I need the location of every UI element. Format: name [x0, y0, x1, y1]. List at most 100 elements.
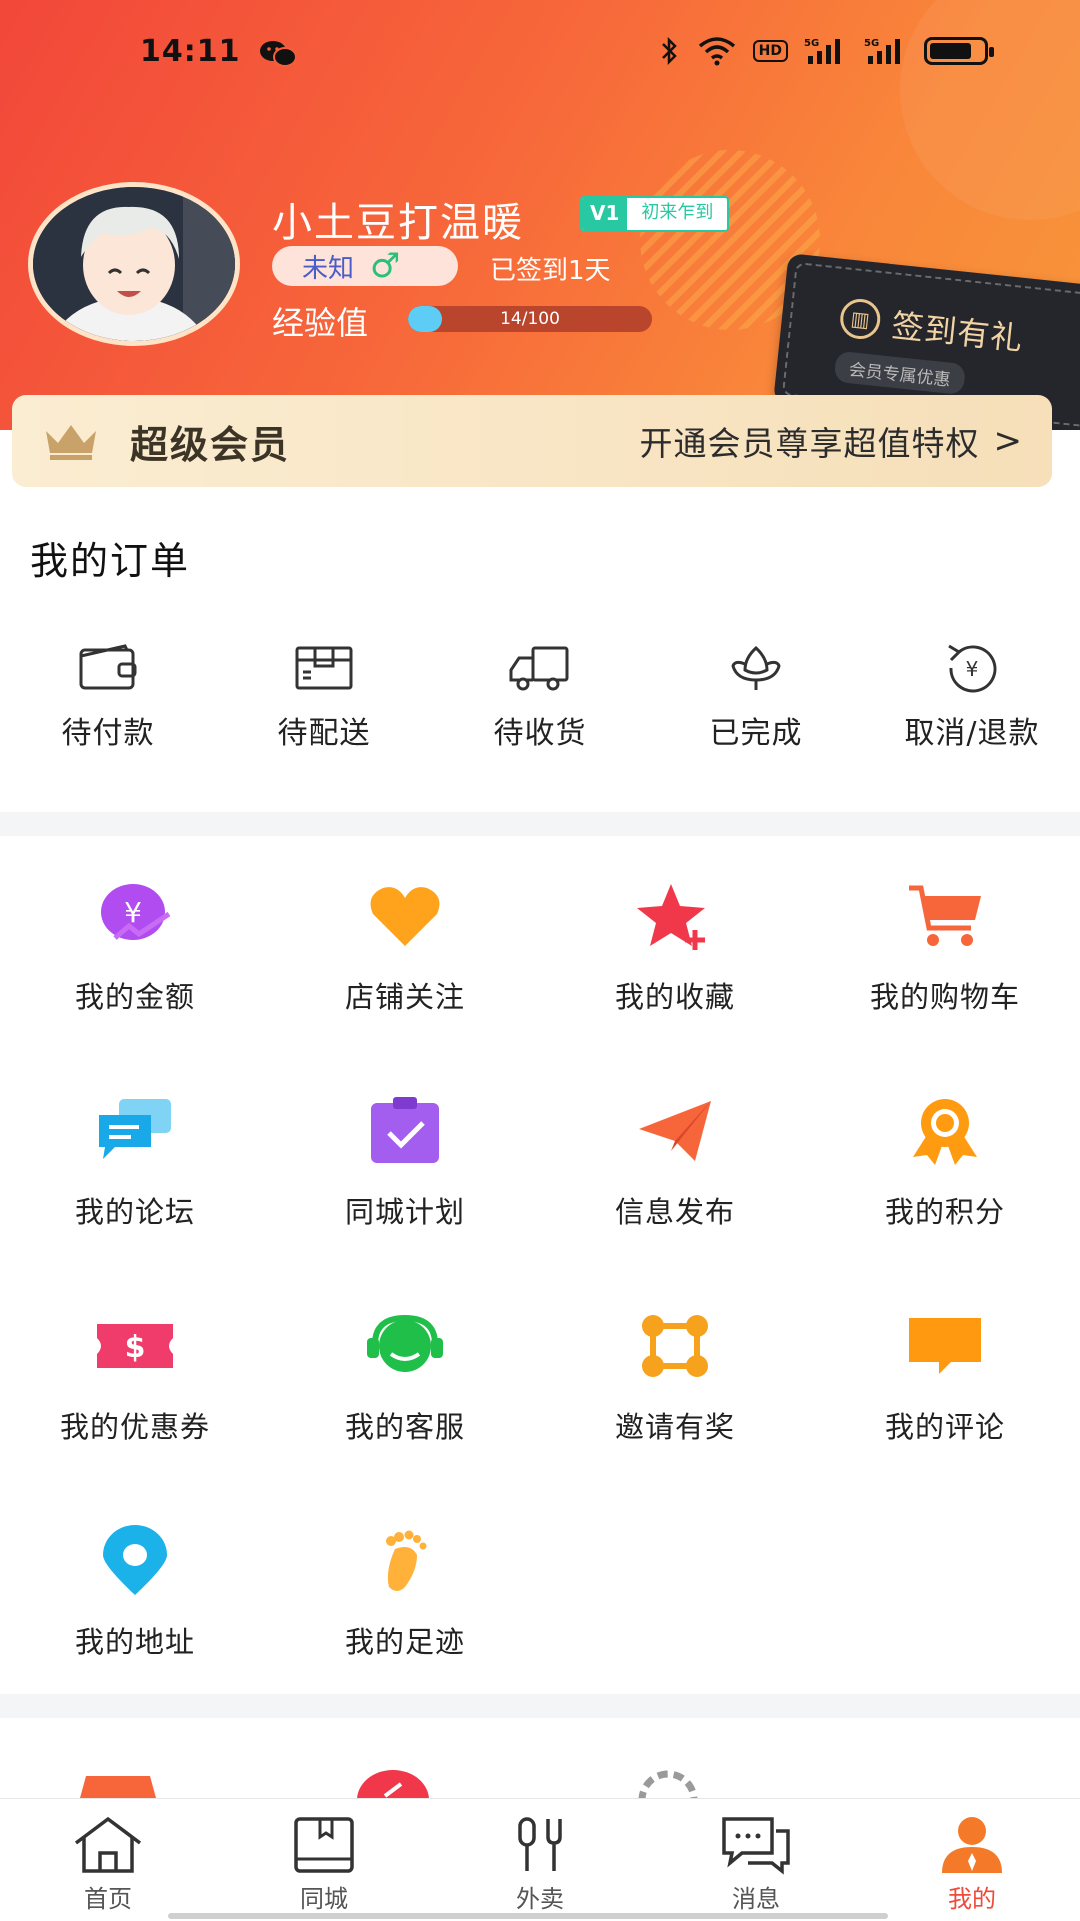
city-icon — [294, 1817, 354, 1873]
edit-icon[interactable] — [353, 1766, 433, 1798]
wallet-icon — [79, 644, 137, 690]
service-points[interactable]: 我的积分 — [810, 1095, 1080, 1231]
service-label: 我的购物车 — [869, 980, 1020, 1014]
profile-header: 14:11 HD 5G 5G 小土豆打温暖 V1 初来乍到 未知 ♂ 已签到1天… — [0, 0, 1080, 430]
service-coupons[interactable]: $ 我的优惠券 — [0, 1310, 270, 1446]
truck-icon — [509, 646, 569, 691]
service-label: 我的收藏 — [614, 980, 735, 1014]
box-icon — [295, 646, 353, 690]
wechat-icon — [260, 41, 297, 67]
bottom-tab-bar: 首页 同城 外卖 消息 我的 — [0, 1798, 1080, 1921]
vip-promo: 开通会员尊享超值特权 — [639, 424, 980, 463]
tab-home[interactable]: 首页 — [0, 1799, 216, 1921]
exp-progress-text: 14/100 — [500, 309, 560, 329]
username: 小土豆打温暖 — [272, 200, 524, 246]
order-pending-payment[interactable]: 待付款 — [0, 640, 216, 760]
male-icon: ♂ — [370, 246, 401, 286]
order-label: 待付款 — [61, 716, 155, 751]
profile-icon — [942, 1817, 1002, 1873]
crown-icon — [46, 425, 96, 460]
tab-takeout[interactable]: 外卖 — [432, 1799, 648, 1921]
coupon-icon: $ — [97, 1324, 173, 1368]
order-label: 已完成 — [709, 716, 803, 751]
service-shop-follow[interactable]: 店铺关注 — [270, 880, 540, 1016]
order-pending-delivery[interactable]: 待配送 — [216, 640, 432, 760]
service-label: 我的积分 — [884, 1195, 1005, 1229]
headset-icon — [367, 1314, 443, 1372]
vip-banner[interactable]: 超级会员 开通会员尊享超值特权 > — [12, 395, 1052, 487]
service-label: 我的优惠券 — [59, 1410, 210, 1444]
order-pending-receipt[interactable]: 待收货 — [432, 640, 648, 760]
service-comments[interactable]: 我的评论 — [810, 1310, 1080, 1446]
order-label: 待配送 — [277, 716, 371, 751]
section-divider — [0, 812, 1080, 836]
svg-text:$: $ — [125, 1330, 146, 1365]
service-footprints[interactable]: 我的足迹 — [270, 1525, 540, 1661]
service-label: 我的客服 — [344, 1410, 465, 1444]
avatar[interactable] — [28, 182, 240, 346]
service-customer-support[interactable]: 我的客服 — [270, 1310, 540, 1446]
service-city-plan[interactable]: 同城计划 — [270, 1095, 540, 1231]
service-my-balance[interactable]: ¥ 我的金额 — [0, 880, 270, 1016]
refund-icon: ¥ — [948, 644, 997, 693]
signal-icon: 5G — [864, 38, 900, 64]
tab-label: 外卖 — [516, 1885, 564, 1913]
service-label: 店铺关注 — [344, 980, 465, 1014]
avatar-image — [33, 187, 235, 341]
checkin-days: 已签到1天 — [490, 256, 611, 286]
tab-label: 我的 — [948, 1885, 996, 1913]
service-favorites[interactable]: 我的收藏 — [540, 880, 810, 1016]
tab-profile[interactable]: 我的 — [864, 1799, 1080, 1921]
send-icon — [639, 1101, 711, 1161]
star-icon — [637, 884, 705, 950]
location-icon — [103, 1525, 167, 1595]
lotus-icon — [731, 645, 781, 690]
home-indicator — [168, 1913, 888, 1919]
message-icon — [722, 1817, 790, 1875]
tab-label: 消息 — [732, 1885, 780, 1913]
service-label: 我的地址 — [74, 1625, 195, 1659]
wifi-icon — [698, 37, 735, 66]
tab-city[interactable]: 同城 — [216, 1799, 432, 1921]
service-label: 我的论坛 — [74, 1195, 195, 1229]
level-title: 初来乍到 — [641, 202, 714, 223]
home-icon — [74, 1816, 142, 1873]
service-label: 我的足迹 — [344, 1625, 465, 1659]
level-badge: V1 初来乍到 — [580, 196, 730, 232]
service-forum[interactable]: 我的论坛 — [0, 1095, 270, 1231]
settings-icon[interactable] — [628, 1766, 708, 1798]
svg-text:5G: 5G — [864, 38, 879, 49]
hd-voice-badge: HD — [752, 40, 788, 62]
tab-messages[interactable]: 消息 — [648, 1799, 864, 1921]
shop-icon[interactable] — [78, 1766, 158, 1798]
order-completed[interactable]: 已完成 — [648, 640, 864, 760]
orders-title: 我的订单 — [30, 539, 191, 583]
service-label: 我的金额 — [74, 980, 195, 1014]
svg-text:5G: 5G — [804, 38, 819, 49]
bluetooth-icon — [661, 36, 677, 66]
money-icon: ¥ — [101, 884, 171, 940]
vip-title: 超级会员 — [130, 422, 291, 467]
order-label: 待收货 — [493, 716, 587, 751]
svg-text:¥: ¥ — [966, 657, 979, 681]
order-refund[interactable]: ¥ 取消/退款 — [864, 640, 1080, 760]
service-publish[interactable]: 信息发布 — [540, 1095, 810, 1231]
service-cart[interactable]: 我的购物车 — [810, 880, 1080, 1016]
service-label: 我的评论 — [884, 1410, 1005, 1444]
battery-icon — [924, 37, 994, 65]
invite-icon — [642, 1315, 708, 1377]
chevron-right-icon: > — [993, 421, 1023, 461]
signal-icon: 5G — [804, 38, 840, 64]
service-address[interactable]: 我的地址 — [0, 1525, 270, 1661]
cart-icon — [909, 885, 981, 946]
order-status-row: 待付款 待配送 待收货 已完成 ¥ 取消/退款 — [0, 640, 1080, 760]
tab-label: 首页 — [84, 1885, 132, 1913]
comment-icon — [909, 1318, 981, 1374]
service-label: 邀请有奖 — [614, 1410, 735, 1444]
exp-progress-bar: 14/100 — [408, 306, 652, 332]
takeout-icon — [518, 1817, 562, 1871]
footprint-icon — [386, 1530, 427, 1591]
service-invite[interactable]: 邀请有奖 — [540, 1310, 810, 1446]
plan-icon — [371, 1097, 439, 1163]
level-value: V1 — [582, 198, 628, 230]
